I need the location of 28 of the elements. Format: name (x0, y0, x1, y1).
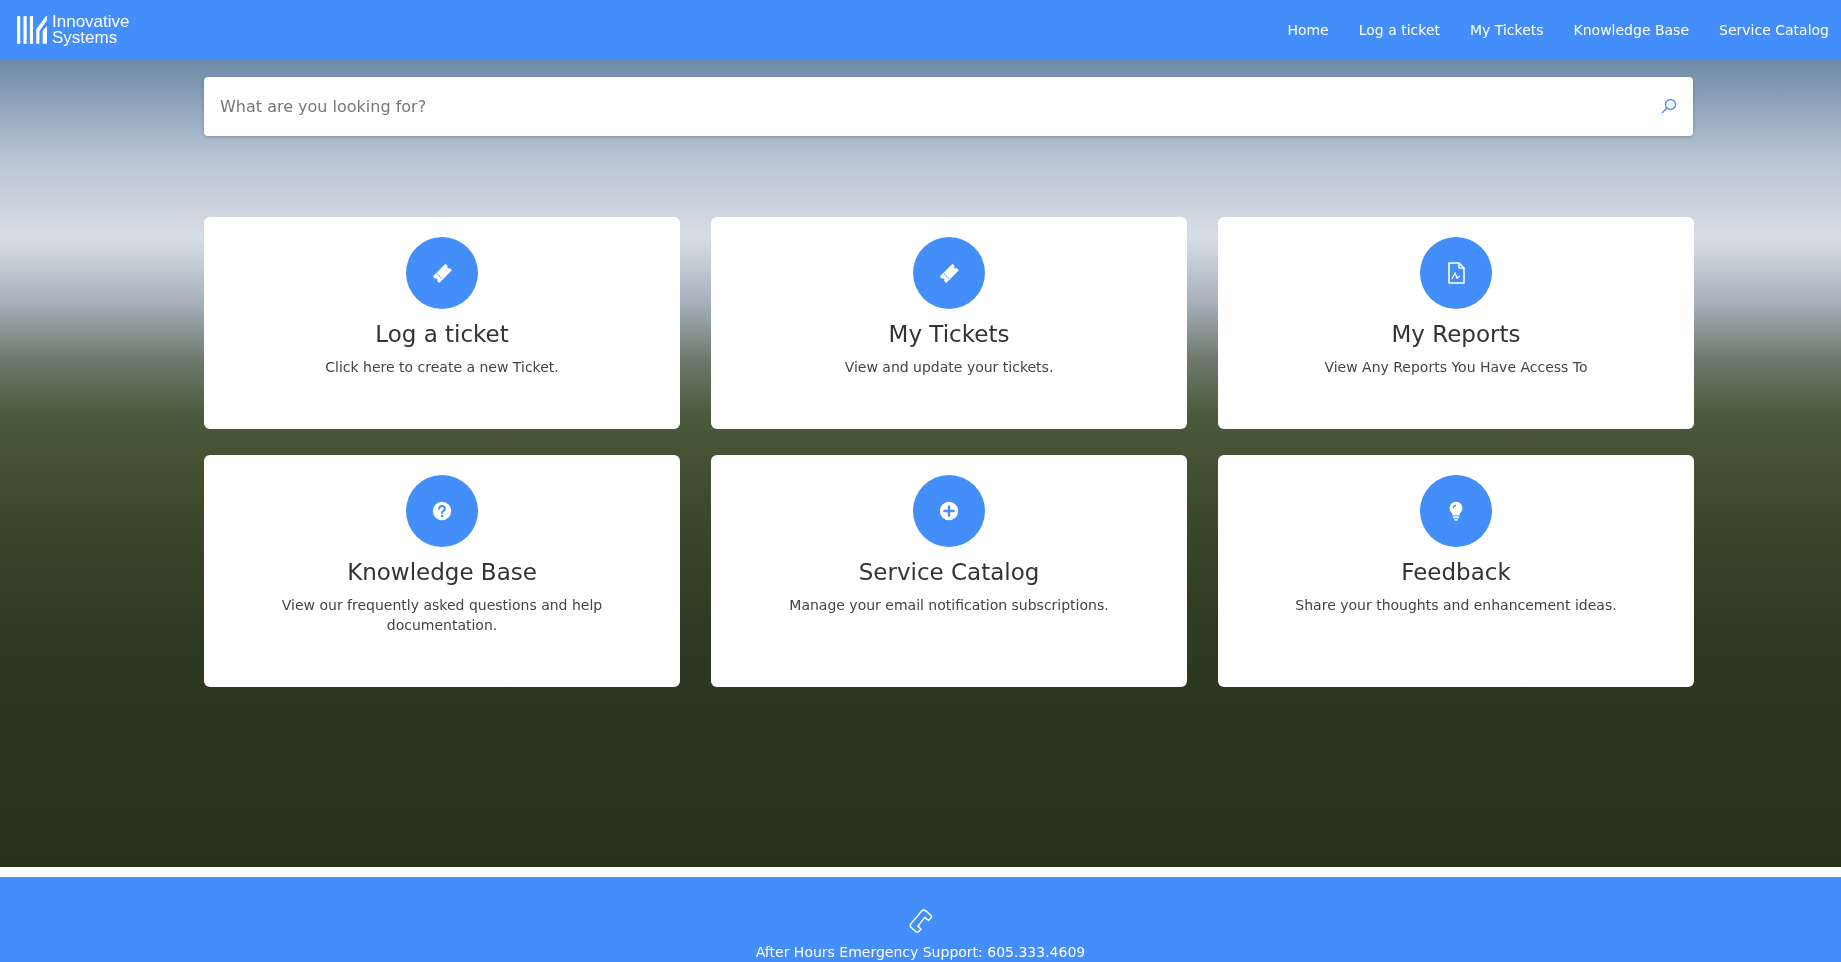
tile-card[interactable]: Knowledge Base View our frequently asked questions and help documentation. (204, 455, 680, 687)
card-title: Service Catalog (858, 559, 1040, 585)
search-icon[interactable] (1661, 98, 1677, 114)
tile-card[interactable]: My Tickets View and update your tickets. (711, 217, 1187, 429)
card-title: Feedback (1401, 559, 1511, 585)
card-title: My Tickets (888, 321, 1010, 347)
card-title: Log a ticket (375, 321, 509, 347)
tile-card[interactable]: Log a ticket Click here to create a new Ticket. (204, 217, 680, 429)
card-title: My Reports (1391, 321, 1521, 347)
card-description: Share your thoughts and enhancement ideas. (1295, 596, 1617, 615)
card-description: Manage your email notification subscriptions. (789, 596, 1109, 615)
tile-card[interactable]: Feedback Share your thoughts and enhancement ideas. (1218, 455, 1694, 687)
logo-text: Systems (52, 30, 119, 46)
tile-card[interactable]: My Reports View Any Reports You Have Access To (1218, 217, 1694, 429)
emergency-support-text: After Hours Emergency Support: 605.333.4609 (755, 944, 1086, 960)
logo-text: Innovative (52, 14, 130, 30)
ticket-icon (430, 261, 454, 285)
ticket-icon (937, 261, 961, 285)
card-description: View Any Reports You Have Access To (1324, 358, 1588, 377)
card-description: Click here to create a new Ticket. (325, 358, 559, 377)
card-description: View and update your tickets. (844, 358, 1054, 377)
tile-card[interactable]: Service Catalog Manage your email notification subscriptions. (711, 455, 1187, 687)
card-title: Knowledge Base (347, 559, 537, 585)
card-description: View our frequently asked questions and help documentation. (280, 596, 604, 635)
plus-circle-icon (938, 500, 960, 522)
logo-stripes-icon (16, 14, 48, 46)
search-field[interactable]: What are you looking for? (204, 77, 1693, 136)
question-icon (431, 500, 453, 522)
